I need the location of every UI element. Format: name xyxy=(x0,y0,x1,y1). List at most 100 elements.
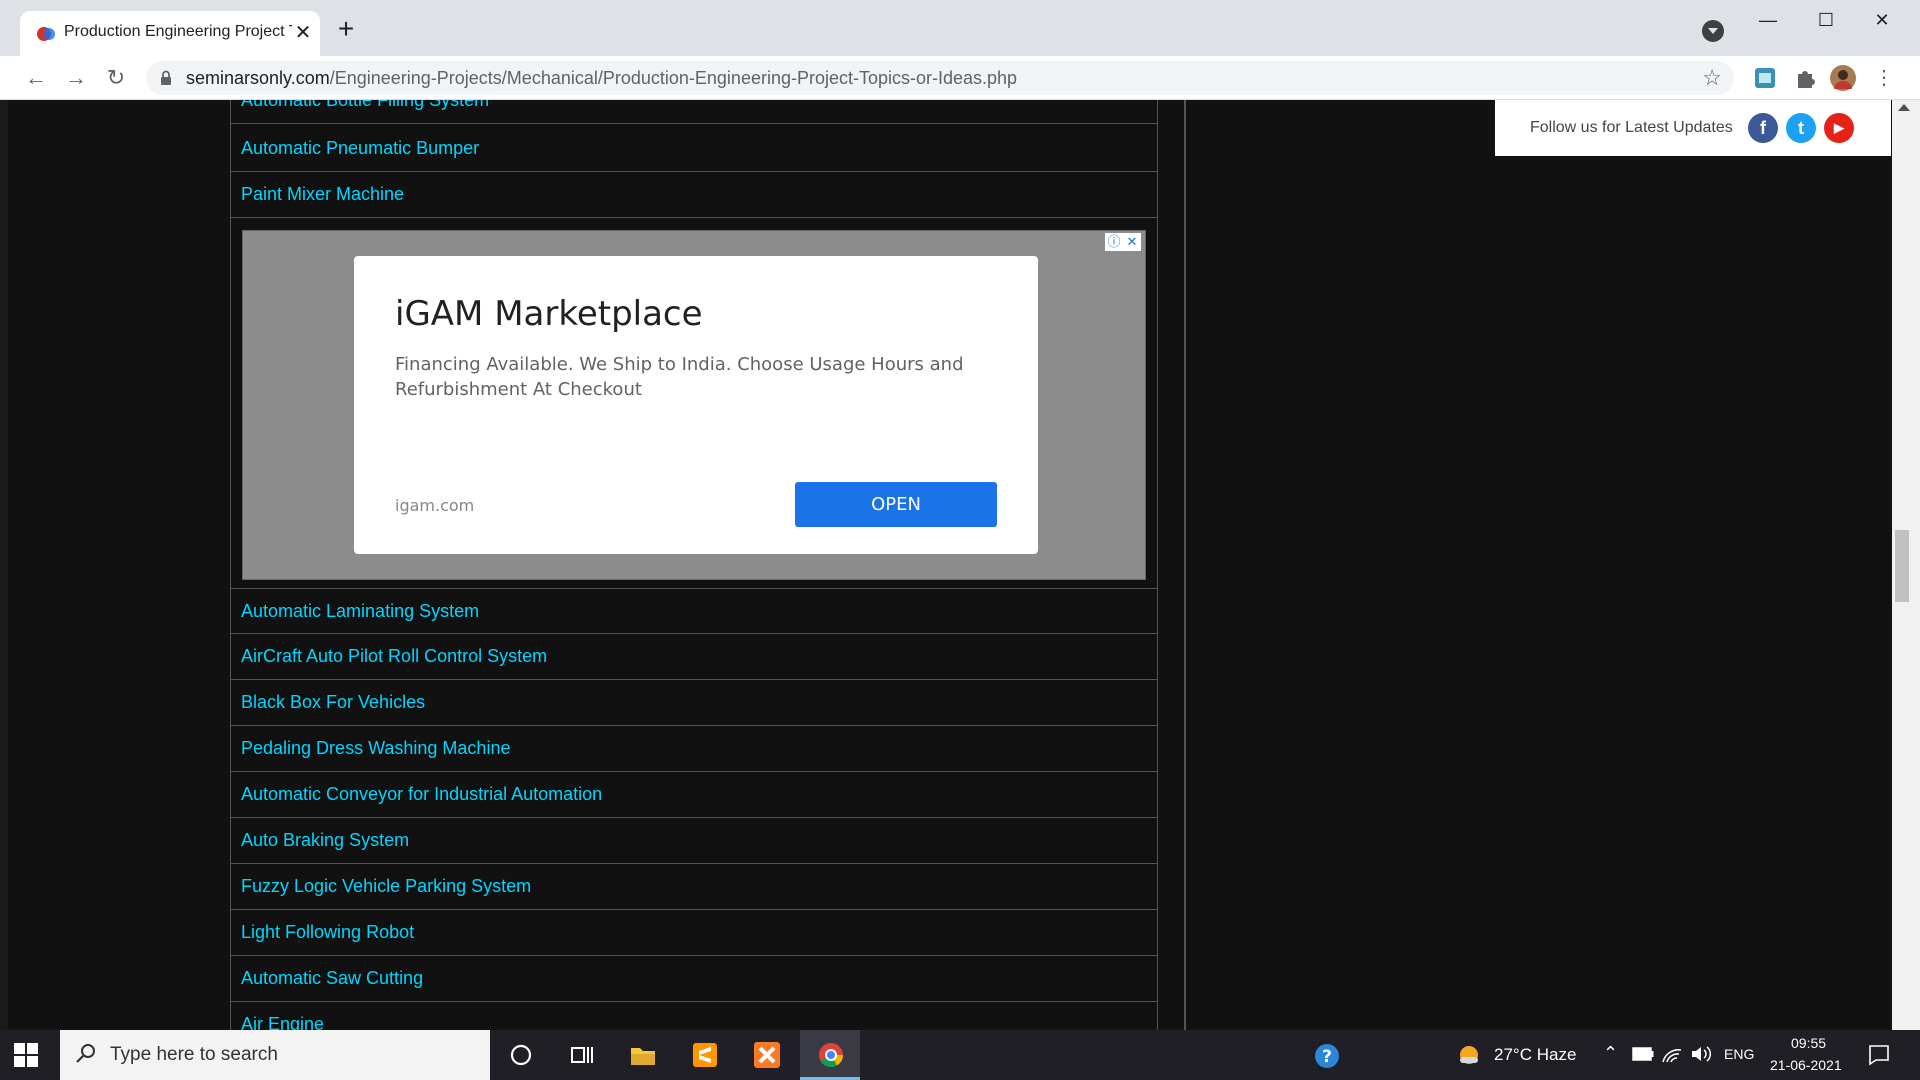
new-tab-button[interactable]: + xyxy=(332,15,360,44)
address-bar[interactable]: seminarsonly.com/Engineering-Projects/Me… xyxy=(146,61,1734,95)
minimize-icon[interactable]: — xyxy=(1746,4,1790,36)
forward-arrow-icon[interactable]: → xyxy=(60,62,92,94)
topic-link[interactable]: Automatic Laminating System xyxy=(241,601,479,622)
weather-sun-icon[interactable] xyxy=(1456,1043,1482,1067)
advertisement: ⓘ ✕ iGAM Marketplace Financing Available.… xyxy=(242,230,1146,580)
browser-menu-icon[interactable]: ⋮ xyxy=(1868,62,1900,94)
file-explorer-button[interactable] xyxy=(612,1030,672,1080)
ad-choices[interactable]: ⓘ ✕ xyxy=(1105,233,1141,251)
maximize-icon[interactable]: ☐ xyxy=(1804,4,1848,36)
table-row: Automatic Pneumatic Bumper xyxy=(231,126,1157,172)
volume-icon[interactable] xyxy=(1690,1044,1712,1064)
scroll-up-arrow-icon[interactable] xyxy=(1898,104,1910,111)
action-center-icon[interactable] xyxy=(1868,1044,1890,1066)
chrome-icon xyxy=(819,1043,843,1068)
left-edge-strip xyxy=(0,100,8,1030)
topic-link[interactable]: Automatic Bottle Filling System xyxy=(241,100,489,111)
show-hidden-icons-chevron-icon[interactable]: ⌃ xyxy=(1603,1043,1618,1064)
topic-link[interactable]: Black Box For Vehicles xyxy=(241,692,425,713)
tab-search-icon[interactable] xyxy=(1702,20,1724,42)
topic-link[interactable]: Pedaling Dress Washing Machine xyxy=(241,738,510,759)
follow-text: Follow us for Latest Updates xyxy=(1530,119,1733,136)
ad-close-icon[interactable]: ✕ xyxy=(1123,233,1141,251)
taskbar-search-box[interactable]: Type here to search xyxy=(60,1030,490,1080)
table-row: Black Box For Vehicles xyxy=(231,680,1157,726)
table-row: Pedaling Dress Washing Machine xyxy=(231,726,1157,772)
search-icon xyxy=(76,1044,95,1063)
input-language[interactable]: ENG xyxy=(1724,1046,1754,1062)
cortana-button[interactable] xyxy=(490,1030,550,1080)
twitter-icon[interactable]: t xyxy=(1786,113,1816,143)
folder-icon xyxy=(631,1048,655,1065)
sublime-text-icon xyxy=(693,1043,717,1067)
topic-link[interactable]: Automatic Saw Cutting xyxy=(241,968,423,989)
cortana-circle-icon xyxy=(510,1044,532,1066)
column-divider xyxy=(1184,100,1186,1030)
battery-icon[interactable] xyxy=(1632,1047,1654,1061)
topic-link[interactable]: Automatic Conveyor for Industrial Automa… xyxy=(241,784,602,805)
topic-link[interactable]: Auto Braking System xyxy=(241,830,409,851)
table-row: Auto Braking System xyxy=(231,818,1157,864)
clock-date[interactable]: 21-06-2021 xyxy=(1770,1057,1842,1073)
lock-icon xyxy=(161,70,171,85)
table-row: Air Engine xyxy=(231,1002,1157,1030)
ad-description: Financing Available. We Ship to India. C… xyxy=(395,354,964,400)
help-icon[interactable]: ? xyxy=(1313,1042,1341,1070)
project-topics-table: Automatic Bottle Filling System Automati… xyxy=(230,100,1158,1030)
windows-taskbar: Type here to search ? 27°C Haze ⌃ ENG 09… xyxy=(0,1030,1920,1080)
ad-info-icon[interactable]: ⓘ xyxy=(1105,233,1123,251)
follow-box: Follow us for Latest Updates f t ▶ xyxy=(1495,100,1891,156)
url-text: seminarsonly.com/Engineering-Projects/Me… xyxy=(186,68,1017,89)
url-path: /Engineering-Projects/Mechanical/Product… xyxy=(329,68,1018,88)
svg-text:?: ? xyxy=(1322,1047,1332,1067)
window-close-icon[interactable]: ✕ xyxy=(1860,4,1904,36)
tab-close-icon[interactable]: ✕ xyxy=(290,20,316,46)
table-row: Light Following Robot xyxy=(231,910,1157,956)
xampp-button[interactable] xyxy=(736,1030,796,1080)
topic-link[interactable]: Paint Mixer Machine xyxy=(241,184,404,205)
back-arrow-icon[interactable]: ← xyxy=(20,62,52,94)
facebook-icon[interactable]: f xyxy=(1748,113,1778,143)
tab-strip: Production Engineering Project T ✕ + — ☐… xyxy=(0,0,1920,56)
chrome-button[interactable] xyxy=(800,1030,860,1080)
table-row: AirCraft Auto Pilot Roll Control System xyxy=(231,634,1157,680)
topic-link[interactable]: Air Engine xyxy=(241,1014,324,1030)
ad-card[interactable]: iGAM Marketplace Financing Available. We… xyxy=(354,256,1038,554)
browser-tab[interactable]: Production Engineering Project T ✕ xyxy=(20,11,320,56)
ad-domain: igam.com xyxy=(395,496,475,515)
search-placeholder: Type here to search xyxy=(110,1044,278,1065)
extension-app-icon[interactable] xyxy=(1752,65,1778,91)
table-row: Automatic Laminating System xyxy=(231,588,1157,634)
extensions-puzzle-icon[interactable] xyxy=(1792,65,1818,91)
topic-link[interactable]: Automatic Pneumatic Bumper xyxy=(241,138,479,159)
ad-title: iGAM Marketplace xyxy=(395,294,703,334)
table-row: Fuzzy Logic Vehicle Parking System xyxy=(231,864,1157,910)
scrollbar-thumb[interactable] xyxy=(1895,530,1909,602)
screen: Production Engineering Project T ✕ + — ☐… xyxy=(0,0,1920,1080)
sublime-text-button[interactable] xyxy=(674,1030,734,1080)
profile-avatar-icon[interactable] xyxy=(1830,65,1856,91)
url-host: seminarsonly.com xyxy=(186,68,330,88)
xampp-icon xyxy=(754,1042,780,1068)
network-icon[interactable] xyxy=(1661,1044,1683,1064)
tab-title: Production Engineering Project T xyxy=(64,23,292,40)
ad-open-button[interactable]: OPEN xyxy=(795,482,997,527)
task-view-button[interactable] xyxy=(550,1030,610,1080)
task-view-icon xyxy=(571,1047,593,1063)
browser-toolbar: ← → ↻ seminarsonly.com/Engineering-Proje… xyxy=(0,56,1920,100)
table-row: Automatic Saw Cutting xyxy=(231,956,1157,1002)
windows-start-icon[interactable] xyxy=(14,1043,38,1067)
site-favicon-icon xyxy=(37,27,55,41)
table-row: Automatic Bottle Filling System xyxy=(231,100,1157,124)
table-row: Paint Mixer Machine xyxy=(231,172,1157,218)
table-row: Automatic Conveyor for Industrial Automa… xyxy=(231,772,1157,818)
page-viewport: Automatic Bottle Filling System Automati… xyxy=(0,100,1920,1030)
reload-icon[interactable]: ↻ xyxy=(100,62,132,94)
weather-text[interactable]: 27°C Haze xyxy=(1494,1045,1576,1065)
clock-time[interactable]: 09:55 xyxy=(1791,1035,1826,1051)
topic-link[interactable]: Light Following Robot xyxy=(241,922,414,943)
topic-link[interactable]: AirCraft Auto Pilot Roll Control System xyxy=(241,646,547,667)
bookmark-star-icon[interactable]: ☆ xyxy=(1702,65,1722,91)
topic-link[interactable]: Fuzzy Logic Vehicle Parking System xyxy=(241,876,531,897)
youtube-icon[interactable]: ▶ xyxy=(1824,113,1854,143)
